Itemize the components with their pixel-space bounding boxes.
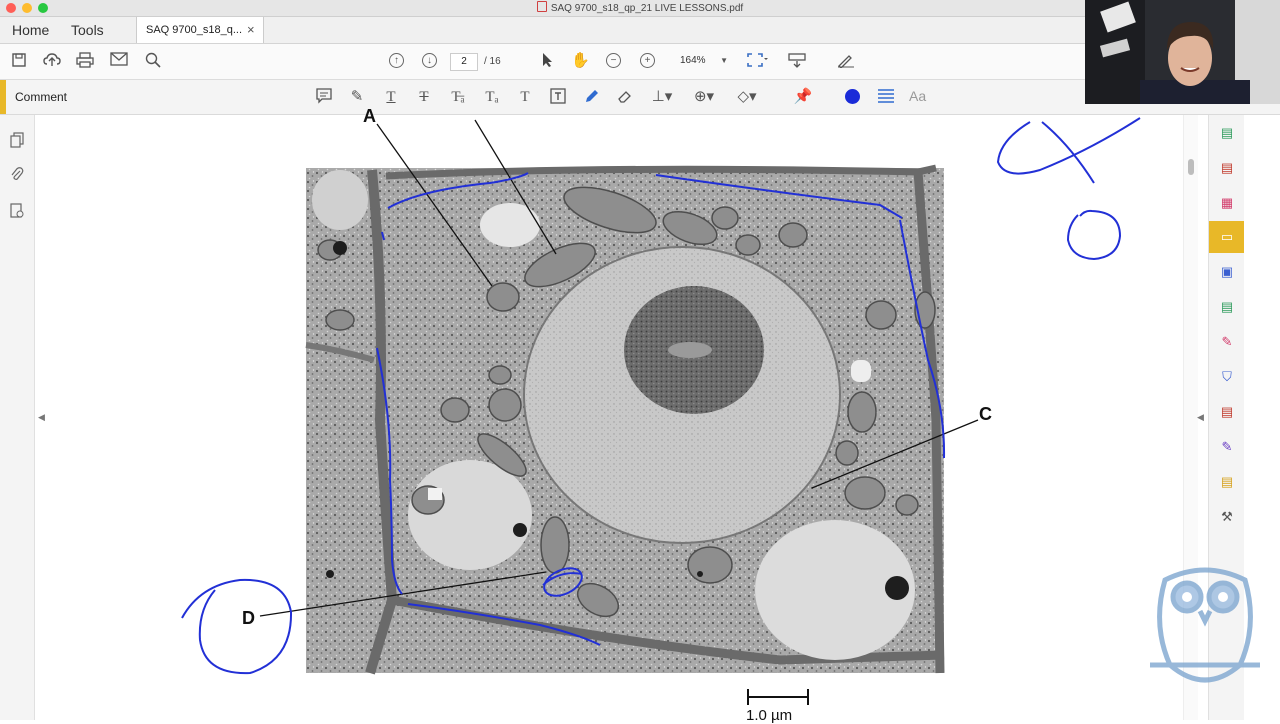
export-pdf-icon[interactable]: ▤ bbox=[1217, 158, 1237, 178]
fill-sign-icon[interactable]: ✎ bbox=[1217, 332, 1237, 352]
export-icon[interactable]: ▤ bbox=[1217, 472, 1237, 492]
compress-icon[interactable]: ▤ bbox=[1217, 297, 1237, 317]
document-page bbox=[181, 117, 1141, 705]
label-d: D bbox=[242, 608, 255, 628]
more-tools-icon[interactable]: ⚒ bbox=[1217, 507, 1237, 527]
protect-icon[interactable]: ⛉ bbox=[1217, 367, 1237, 387]
collapse-right-pane-icon[interactable]: ◀ bbox=[1197, 412, 1204, 423]
scale-bar bbox=[747, 689, 809, 705]
scroll-thumb[interactable] bbox=[1188, 159, 1194, 175]
label-c: C bbox=[979, 404, 992, 424]
organize-pages-icon[interactable]: ▦ bbox=[1217, 193, 1237, 213]
pdf-icon[interactable]: ▤ bbox=[1217, 402, 1237, 422]
micrograph-image bbox=[305, 164, 945, 675]
scale-bar-label: 1.0 µm bbox=[746, 707, 793, 724]
owl-logo-icon bbox=[1150, 567, 1260, 683]
comment-icon[interactable]: ▭ bbox=[1217, 227, 1237, 247]
combine-files-icon[interactable]: ▣ bbox=[1217, 262, 1237, 282]
create-pdf-icon[interactable]: ▤ bbox=[1217, 123, 1237, 143]
webcam-overlay bbox=[1085, 0, 1280, 104]
label-a: A bbox=[363, 106, 376, 126]
edit-icon[interactable]: ✎ bbox=[1217, 437, 1237, 457]
